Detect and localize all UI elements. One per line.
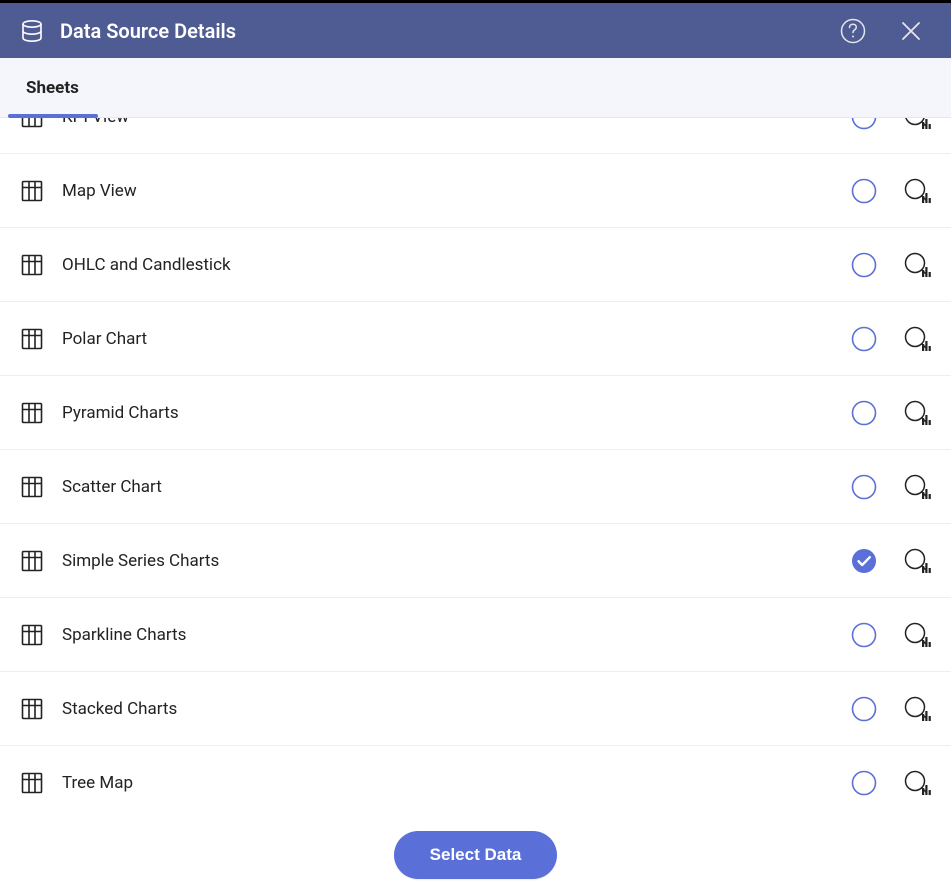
table-icon bbox=[20, 179, 44, 203]
sheet-list-viewport: KPI View Map View OHLC and Candlestick bbox=[0, 118, 951, 817]
sheet-label: OHLC and Candlestick bbox=[62, 255, 833, 275]
sheet-list: KPI View Map View OHLC and Candlestick bbox=[0, 118, 951, 817]
sheet-row[interactable]: OHLC and Candlestick bbox=[0, 228, 951, 302]
sheet-label: Tree Map bbox=[62, 773, 833, 793]
sheet-label: Polar Chart bbox=[62, 329, 833, 349]
sheet-row[interactable]: Polar Chart bbox=[0, 302, 951, 376]
database-icon bbox=[20, 19, 44, 43]
sheet-row[interactable]: Map View bbox=[0, 154, 951, 228]
chart-search-icon[interactable] bbox=[903, 547, 931, 575]
sheet-row[interactable]: Sparkline Charts bbox=[0, 598, 951, 672]
sheet-row[interactable]: Scatter Chart bbox=[0, 450, 951, 524]
table-icon bbox=[20, 697, 44, 721]
table-icon bbox=[20, 475, 44, 499]
radio-unselected[interactable] bbox=[851, 696, 877, 722]
close-button[interactable] bbox=[891, 11, 931, 51]
dialog-footer: Select Data bbox=[0, 817, 951, 887]
radio-unselected[interactable] bbox=[851, 118, 877, 130]
dialog-header: Data Source Details bbox=[0, 3, 951, 58]
sheet-row[interactable]: Stacked Charts bbox=[0, 672, 951, 746]
tabs-bar: Sheets bbox=[0, 58, 951, 118]
radio-unselected[interactable] bbox=[851, 252, 877, 278]
dialog-title: Data Source Details bbox=[60, 19, 833, 43]
sheet-label: Map View bbox=[62, 181, 833, 201]
chart-search-icon[interactable] bbox=[903, 177, 931, 205]
table-icon bbox=[20, 549, 44, 573]
chart-search-icon[interactable] bbox=[903, 473, 931, 501]
sheet-label: Pyramid Charts bbox=[62, 403, 833, 423]
table-icon bbox=[20, 401, 44, 425]
table-icon bbox=[20, 118, 44, 129]
chart-search-icon[interactable] bbox=[903, 325, 931, 353]
sheet-row[interactable]: Simple Series Charts bbox=[0, 524, 951, 598]
chart-search-icon[interactable] bbox=[903, 399, 931, 427]
table-icon bbox=[20, 327, 44, 351]
radio-unselected[interactable] bbox=[851, 622, 877, 648]
sheet-row[interactable]: KPI View bbox=[0, 118, 951, 154]
radio-unselected[interactable] bbox=[851, 326, 877, 352]
chart-search-icon[interactable] bbox=[903, 695, 931, 723]
sheet-label: KPI View bbox=[62, 118, 833, 127]
select-data-button[interactable]: Select Data bbox=[394, 831, 558, 879]
sheet-label: Stacked Charts bbox=[62, 699, 833, 719]
sheet-label: Scatter Chart bbox=[62, 477, 833, 497]
table-icon bbox=[20, 253, 44, 277]
table-icon bbox=[20, 771, 44, 795]
radio-unselected[interactable] bbox=[851, 400, 877, 426]
radio-unselected[interactable] bbox=[851, 178, 877, 204]
sheet-row[interactable]: Tree Map bbox=[0, 746, 951, 817]
chart-search-icon[interactable] bbox=[903, 769, 931, 797]
help-button[interactable] bbox=[833, 11, 873, 51]
radio-unselected[interactable] bbox=[851, 474, 877, 500]
radio-unselected[interactable] bbox=[851, 770, 877, 796]
chart-search-icon[interactable] bbox=[903, 621, 931, 649]
table-icon bbox=[20, 623, 44, 647]
chart-search-icon[interactable] bbox=[903, 118, 931, 131]
sheet-label: Simple Series Charts bbox=[62, 551, 833, 571]
sheet-label: Sparkline Charts bbox=[62, 625, 833, 645]
radio-selected[interactable] bbox=[851, 548, 877, 574]
sheet-row[interactable]: Pyramid Charts bbox=[0, 376, 951, 450]
tab-sheets[interactable]: Sheets bbox=[26, 58, 79, 117]
chart-search-icon[interactable] bbox=[903, 251, 931, 279]
